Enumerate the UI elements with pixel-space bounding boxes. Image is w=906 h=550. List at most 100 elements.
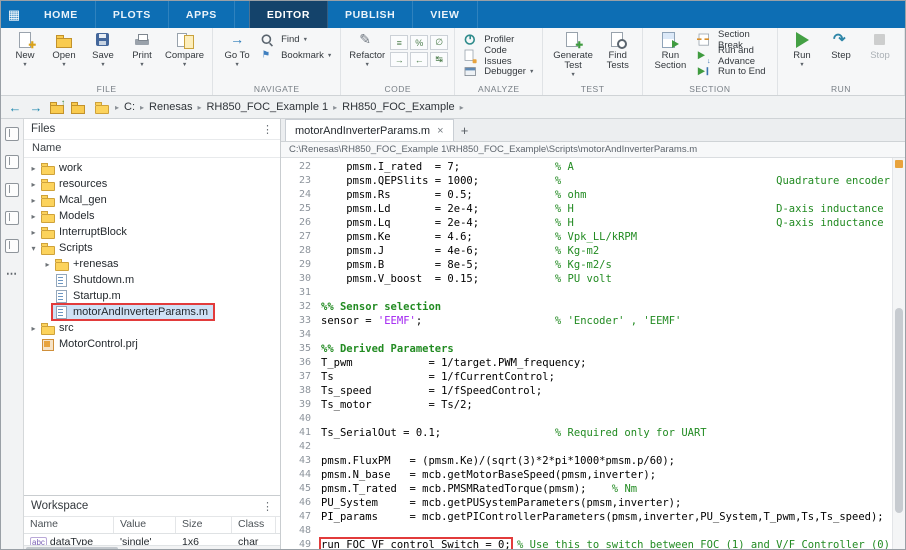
line-number[interactable]: 47 bbox=[281, 510, 321, 524]
code-line-39[interactable]: 39Ts_motor = Ts/2; bbox=[281, 398, 893, 412]
line-number[interactable]: 33 bbox=[281, 314, 321, 328]
code-line-45[interactable]: 45pmsm.T_rated = mcb.PMSMRatedTorque(pms… bbox=[281, 482, 893, 496]
ribbon-tab-home[interactable]: HOME bbox=[27, 1, 96, 28]
ribbon-tab-apps[interactable]: APPS bbox=[169, 1, 235, 28]
breadcrumb-item-renesas[interactable]: Renesas bbox=[149, 101, 192, 113]
file-tree-item-models[interactable]: ▸Models bbox=[24, 208, 280, 224]
line-number[interactable]: 49 bbox=[281, 538, 321, 550]
code-line-48[interactable]: 48 bbox=[281, 524, 893, 538]
line-number[interactable]: 26 bbox=[281, 216, 321, 230]
wrap-comments-icon[interactable]: ≡ bbox=[390, 35, 408, 50]
code-analyzer-indicator[interactable] bbox=[895, 160, 903, 168]
line-number[interactable]: 27 bbox=[281, 230, 321, 244]
code-line-22[interactable]: 22 pmsm.I_rated = 7; % A bbox=[281, 160, 893, 174]
panels-icon[interactable] bbox=[5, 211, 19, 225]
workspace-column-class[interactable]: Class bbox=[232, 517, 276, 533]
ribbon-tab-view[interactable]: VIEW bbox=[413, 1, 477, 28]
files-name-column-header[interactable]: Name bbox=[24, 139, 280, 158]
ribbon-tab-publish[interactable]: PUBLISH bbox=[328, 1, 413, 28]
line-number[interactable]: 43 bbox=[281, 454, 321, 468]
chevron-collapsed-icon[interactable]: ▸ bbox=[28, 164, 39, 173]
code-line-33[interactable]: 33sensor = 'EEMF'; % 'Encoder' , 'EEMF' bbox=[281, 314, 893, 328]
file-tree-item-work[interactable]: ▸work bbox=[24, 160, 280, 176]
code-line-38[interactable]: 38Ts_speed = 1/fSpeedControl; bbox=[281, 384, 893, 398]
line-number[interactable]: 31 bbox=[281, 286, 321, 300]
line-number[interactable]: 45 bbox=[281, 482, 321, 496]
code-line-47[interactable]: 47PI_params = mcb.getPIControllerParamet… bbox=[281, 510, 893, 524]
file-tree-item-startup-m[interactable]: Startup.m bbox=[24, 288, 280, 304]
file-tree-item-motorandinverterparams-m[interactable]: motorAndInverterParams.m bbox=[24, 304, 280, 320]
file-tree-item-mcal-gen[interactable]: ▸Mcal_gen bbox=[24, 192, 280, 208]
file-tree-item-renesas[interactable]: ▸+renesas bbox=[24, 256, 280, 272]
outdent-icon[interactable]: ← bbox=[410, 52, 428, 67]
chevron-collapsed-icon[interactable]: ▸ bbox=[28, 196, 39, 205]
run-to-end-button[interactable]: Run to End bbox=[695, 64, 771, 79]
line-number[interactable]: 23 bbox=[281, 174, 321, 188]
code-line-30[interactable]: 30 pmsm.V_boost = 0.15; % PU volt bbox=[281, 272, 893, 286]
workspace-hscrollbar[interactable] bbox=[24, 545, 280, 550]
files-panel-menu-icon[interactable]: ⋮ bbox=[262, 123, 273, 136]
breadcrumb-item-rh850-foc-example-1[interactable]: RH850_FOC_Example 1 bbox=[206, 101, 328, 113]
code-line-40[interactable]: 40 bbox=[281, 412, 893, 426]
back-icon[interactable]: ← bbox=[7, 99, 23, 115]
forward-icon[interactable]: → bbox=[28, 99, 44, 115]
code-line-42[interactable]: 42 bbox=[281, 440, 893, 454]
workspace-panel-icon[interactable] bbox=[5, 155, 19, 169]
code-line-43[interactable]: 43pmsm.FluxPM = (pmsm.Ke)/(sqrt(3)*2*pi*… bbox=[281, 454, 893, 468]
line-number[interactable]: 22 bbox=[281, 160, 321, 174]
comment-icon[interactable]: % bbox=[410, 35, 428, 50]
line-number[interactable]: 35 bbox=[281, 342, 321, 356]
history-panel-icon[interactable] bbox=[5, 239, 19, 253]
chevron-collapsed-icon[interactable]: ▸ bbox=[42, 260, 53, 269]
chevron-expanded-icon[interactable]: ▾ bbox=[28, 244, 39, 253]
line-number[interactable]: 41 bbox=[281, 426, 321, 440]
breadcrumb-item-rh850-foc-example[interactable]: RH850_FOC_Example bbox=[342, 101, 455, 113]
uncomment-icon[interactable]: ∅ bbox=[430, 35, 448, 50]
code-line-23[interactable]: 23 pmsm.QEPSlits = 1000; % Quadrature en… bbox=[281, 174, 893, 188]
ribbon-tab-plots[interactable]: PLOTS bbox=[96, 1, 169, 28]
line-number[interactable]: 29 bbox=[281, 258, 321, 272]
code-line-26[interactable]: 26 pmsm.Lq = 2e-4; % H Q-axis inductance bbox=[281, 216, 893, 230]
go-to-button[interactable]: Go To▼ bbox=[219, 30, 255, 69]
file-tree-item-motorcontrol-prj[interactable]: MotorControl.prj bbox=[24, 336, 280, 352]
line-number[interactable]: 48 bbox=[281, 524, 321, 538]
find-button[interactable]: Find▼ bbox=[258, 32, 334, 47]
code-line-34[interactable]: 34 bbox=[281, 328, 893, 342]
line-number[interactable]: 44 bbox=[281, 468, 321, 482]
bookmark-button[interactable]: Bookmark▼ bbox=[258, 48, 334, 63]
workspace-column-size[interactable]: Size bbox=[176, 517, 232, 533]
run-button[interactable]: Run▼ bbox=[784, 30, 820, 69]
line-number[interactable]: 24 bbox=[281, 188, 321, 202]
code-line-25[interactable]: 25 pmsm.Ld = 2e-4; % H D-axis inductance bbox=[281, 202, 893, 216]
line-number[interactable]: 34 bbox=[281, 328, 321, 342]
chevron-collapsed-icon[interactable]: ▸ bbox=[28, 228, 39, 237]
workspace-menu-icon[interactable]: ⋮ bbox=[262, 500, 273, 513]
editor-tab-motorandinverterparams[interactable]: motorAndInverterParams.m × bbox=[285, 119, 454, 141]
breadcrumb-item-c[interactable]: C: bbox=[124, 101, 135, 113]
editor-vscrollbar[interactable] bbox=[892, 158, 905, 550]
code-line-35[interactable]: 35%% Derived Parameters bbox=[281, 342, 893, 356]
chevron-collapsed-icon[interactable]: ▸ bbox=[28, 180, 39, 189]
code-line-27[interactable]: 27 pmsm.Ke = 4.6; % Vpk_LL/kRPM bbox=[281, 230, 893, 244]
line-number[interactable]: 36 bbox=[281, 356, 321, 370]
code-line-29[interactable]: 29 pmsm.B = 8e-5; % Kg-m2/s bbox=[281, 258, 893, 272]
code-line-28[interactable]: 28 pmsm.J = 4e-6; % Kg-m2 bbox=[281, 244, 893, 258]
code-line-24[interactable]: 24 pmsm.Rs = 0.5; % ohm bbox=[281, 188, 893, 202]
code-line-32[interactable]: 32%% Sensor selection bbox=[281, 300, 893, 314]
new-tab-button[interactable]: + bbox=[454, 120, 476, 141]
line-number[interactable]: 39 bbox=[281, 398, 321, 412]
line-number[interactable]: 28 bbox=[281, 244, 321, 258]
line-number[interactable]: 46 bbox=[281, 496, 321, 510]
code-line-36[interactable]: 36T_pwm = 1/target.PWM_frequency; bbox=[281, 356, 893, 370]
new-button[interactable]: New▼ bbox=[7, 30, 43, 69]
line-number[interactable]: 38 bbox=[281, 384, 321, 398]
file-tree-item-src[interactable]: ▸src bbox=[24, 320, 280, 336]
save-button[interactable]: Save▼ bbox=[85, 30, 121, 69]
app-menu-icon[interactable] bbox=[1, 1, 27, 28]
line-number[interactable]: 40 bbox=[281, 412, 321, 426]
close-icon[interactable]: × bbox=[437, 125, 443, 137]
run-and-advance-button[interactable]: Run and Advance bbox=[695, 48, 771, 63]
code-line-37[interactable]: 37Ts = 1/fCurrentControl; bbox=[281, 370, 893, 384]
line-number[interactable]: 32 bbox=[281, 300, 321, 314]
print-button[interactable]: Print▼ bbox=[124, 30, 160, 69]
